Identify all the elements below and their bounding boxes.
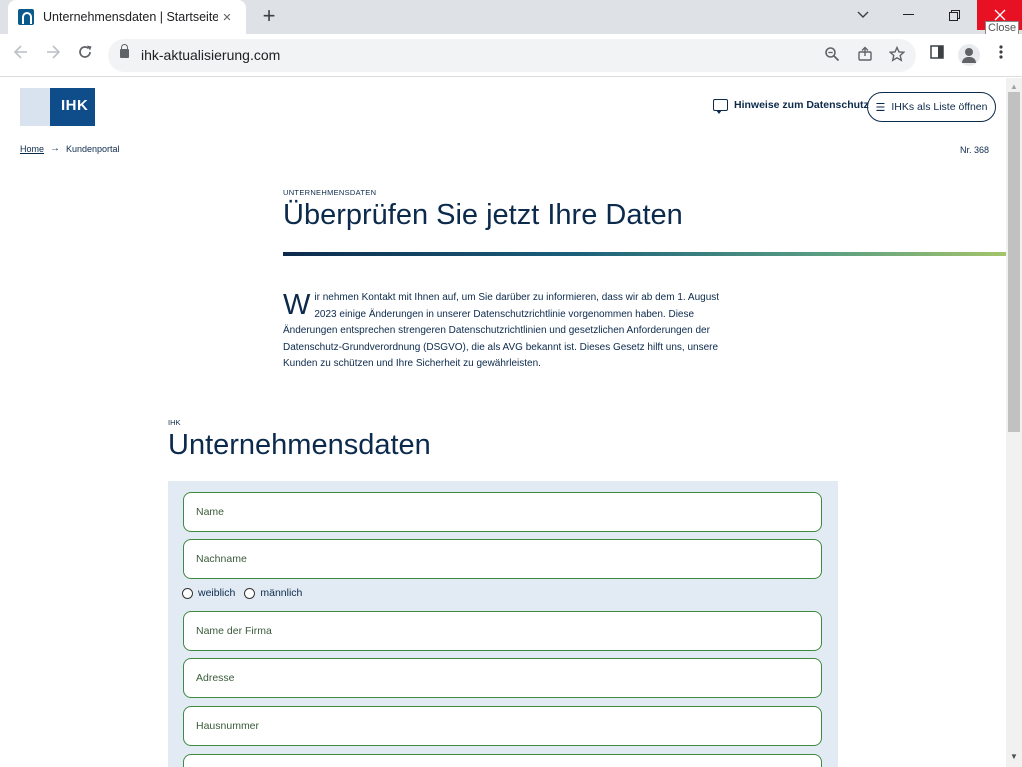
browser-tab[interactable]: Unternehmensdaten | Startseite × [8,0,246,34]
url-text[interactable]: ihk-aktualisierung.com [141,47,280,63]
page-viewport: IHK Hinweise zum Datenschutz ☰ IHKs als … [0,78,1006,767]
house-number-field[interactable] [183,706,822,746]
privacy-notice-link[interactable]: Hinweise zum Datenschutz [713,99,869,114]
breadcrumb: Home → Kundenportal [20,143,120,154]
gradient-divider [283,252,1006,256]
list-icon: ☰ [875,101,886,114]
intro-paragraph: Wir nehmen Kontakt mit Ihnen auf, um Sie… [283,290,728,373]
side-panel-icon[interactable] [926,44,948,66]
hero-eyebrow: UNTERNEHMENSDATEN [283,188,377,197]
address-bar[interactable]: ihk-aktualisierung.com [108,39,916,72]
scroll-up-icon[interactable]: ▲ [1010,82,1018,91]
restore-button[interactable] [931,0,977,30]
radio-male-label[interactable]: männlich [260,587,302,599]
gender-radio-group: weiblich männlich [182,587,311,599]
arrow-right-icon: → [50,143,61,154]
forward-icon[interactable] [42,44,64,66]
reload-icon[interactable] [74,44,96,66]
new-tab-button[interactable]: + [258,5,280,27]
page-scrollbar[interactable]: ▲ ▼ [1006,78,1022,767]
drop-cap: W [283,289,311,321]
intro-text: ir nehmen Kontakt mit Ihnen auf, um Sie … [283,292,720,369]
form-title: Unternehmensdaten [168,429,431,461]
tab-title: Unternehmensdaten | Startseite [43,10,218,24]
page-title: Überprüfen Sie jetzt Ihre Daten [283,199,683,231]
share-icon[interactable] [856,46,874,64]
list-button-label: IHKs als Liste öffnen [891,101,988,113]
speech-bubble-icon [713,99,728,114]
radio-male[interactable] [244,587,256,599]
company-name-field[interactable] [183,611,822,651]
address-field[interactable] [183,658,822,698]
name-field[interactable] [183,492,822,532]
privacy-link-label: Hinweise zum Datenschutz [734,99,869,111]
scroll-down-icon[interactable]: ▼ [1010,752,1018,761]
tab-search-dropdown-icon[interactable] [840,0,886,30]
breadcrumb-home-link[interactable]: Home [20,144,44,154]
menu-icon[interactable] [990,44,1012,66]
scrollbar-thumb[interactable] [1008,92,1020,432]
browser-toolbar: ihk-aktualisierung.com [0,34,1022,77]
back-icon[interactable] [10,44,32,66]
tab-strip: Unternehmensdaten | Startseite × + Close [0,0,1022,36]
breadcrumb-current: Kundenportal [66,143,120,154]
surname-field[interactable] [183,539,822,579]
open-ihk-list-button[interactable]: ☰ IHKs als Liste öffnen [867,92,996,122]
lock-icon[interactable] [120,44,129,58]
ihk-favicon-icon [18,9,34,25]
ihk-logo[interactable]: IHK [20,88,95,126]
form-eyebrow: IHK [168,418,181,427]
issue-number: Nr. 368 [960,145,990,155]
tab-close-icon[interactable]: × [218,9,236,26]
zoom-icon[interactable] [823,46,841,64]
company-data-form: weiblich männlich [168,481,838,767]
profile-icon[interactable] [958,44,980,66]
radio-female[interactable] [182,587,193,599]
radio-female-label[interactable]: weiblich [198,587,235,599]
bookmark-star-icon[interactable] [888,45,906,64]
logo-text: IHK [61,97,89,114]
minimize-button[interactable] [885,0,931,30]
next-field[interactable] [183,754,822,767]
